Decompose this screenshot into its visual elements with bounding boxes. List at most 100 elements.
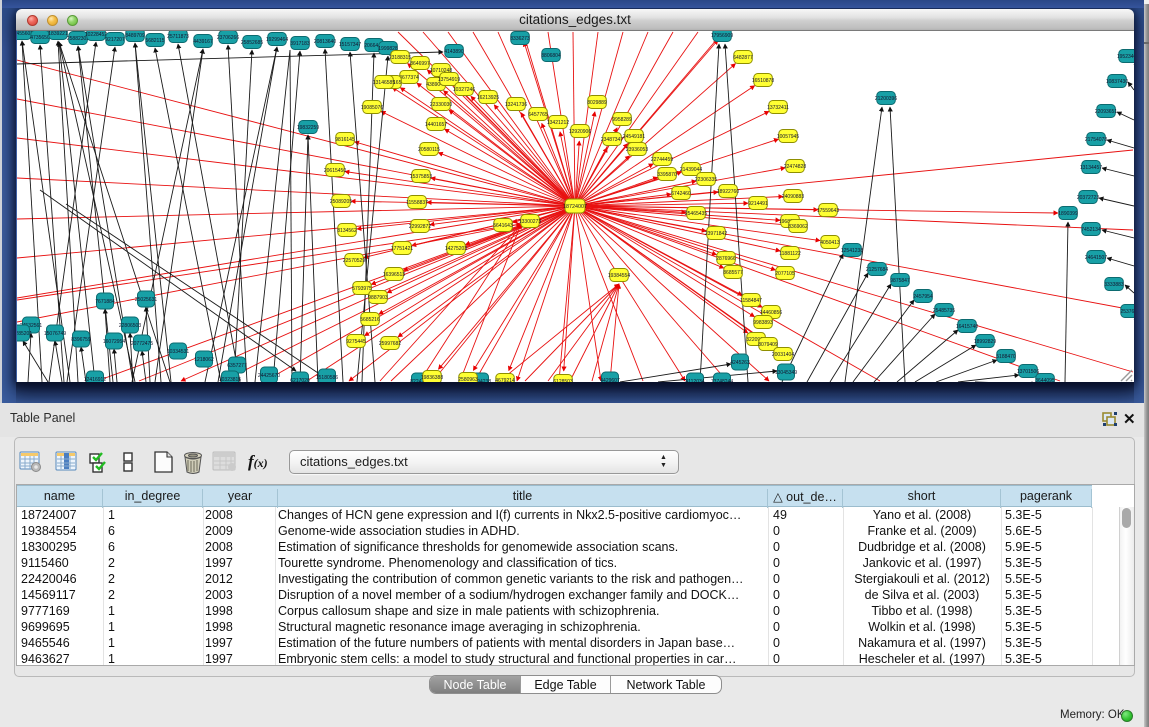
svg-text:20813640: 20813640: [314, 39, 336, 45]
svg-text:23487347: 23487347: [601, 137, 623, 143]
svg-text:2457954: 2457954: [913, 294, 933, 300]
svg-text:5188470: 5188470: [996, 354, 1016, 360]
svg-text:20372723: 20372723: [1077, 195, 1099, 201]
svg-text:6482877: 6482877: [733, 55, 753, 61]
svg-text:15375853: 15375853: [410, 174, 432, 180]
svg-text:17751421: 17751421: [391, 246, 413, 252]
svg-text:22992872: 22992872: [409, 224, 431, 230]
svg-text:13701506: 13701506: [1017, 369, 1039, 375]
svg-text:21257684: 21257684: [866, 267, 888, 273]
svg-text:8029889: 8029889: [587, 100, 607, 106]
svg-text:22806503: 22806503: [119, 323, 141, 329]
svg-text:1839221: 1839221: [48, 31, 68, 37]
svg-text:20580115: 20580115: [418, 147, 440, 153]
svg-text:13754919: 13754919: [438, 77, 460, 83]
svg-text:25089205: 25089205: [330, 199, 352, 205]
svg-text:19285201: 19285201: [17, 331, 32, 337]
svg-text:25997682: 25997682: [379, 341, 401, 347]
svg-text:8079409: 8079409: [758, 342, 778, 348]
svg-text:3395870: 3395870: [657, 172, 677, 178]
svg-text:6457765: 6457765: [528, 112, 548, 118]
svg-text:12541238: 12541238: [841, 248, 863, 254]
svg-text:9875847: 9875847: [890, 278, 910, 284]
svg-text:9816145: 9816145: [335, 137, 355, 143]
svg-text:8336273: 8336273: [510, 36, 530, 42]
svg-text:8134562: 8134562: [337, 228, 357, 234]
svg-text:5641643: 5641643: [493, 223, 513, 229]
svg-text:10228452: 10228452: [85, 32, 107, 38]
svg-text:22306335: 22306335: [695, 177, 717, 183]
svg-text:23936053: 23936053: [626, 147, 648, 153]
svg-text:14401657: 14401657: [425, 122, 447, 128]
svg-text:5793975: 5793975: [352, 286, 372, 292]
svg-text:16213925: 16213925: [477, 95, 499, 101]
svg-text:19299464: 19299464: [266, 37, 288, 43]
svg-text:12920906: 12920906: [569, 129, 591, 135]
svg-text:25465435: 25465435: [685, 211, 707, 217]
svg-text:10334531: 10334531: [167, 349, 189, 355]
svg-text:9887903: 9887903: [368, 295, 388, 301]
svg-text:8806804: 8806804: [541, 53, 561, 59]
svg-text:8489709: 8489709: [125, 33, 145, 39]
svg-text:25025631: 25025631: [135, 297, 157, 303]
svg-text:7671884: 7671884: [95, 299, 115, 305]
svg-text:11558837: 11558837: [406, 200, 428, 206]
svg-text:13732411: 13732411: [767, 105, 789, 111]
svg-text:19836388: 19836388: [421, 375, 443, 381]
svg-text:4245263: 4245263: [730, 360, 750, 366]
svg-text:24641507: 24641507: [1085, 255, 1107, 261]
svg-text:14275203: 14275203: [445, 246, 467, 252]
svg-text:3917183: 3917183: [290, 41, 310, 47]
svg-text:15180586: 15180586: [316, 375, 338, 381]
svg-text:4050413: 4050413: [820, 240, 840, 246]
svg-text:23188315: 23188315: [389, 55, 411, 61]
svg-text:10327246: 10327246: [453, 87, 475, 93]
svg-text:3677374: 3677374: [399, 75, 419, 81]
svg-text:15076749: 15076749: [44, 331, 66, 337]
svg-text:25711873: 25711873: [167, 34, 189, 40]
svg-text:8646997: 8646997: [410, 61, 430, 67]
svg-text:8396759: 8396759: [71, 337, 91, 343]
svg-text:24549181: 24549181: [623, 134, 645, 140]
svg-text:4143890: 4143890: [444, 49, 464, 55]
svg-text:16396513: 16396513: [383, 272, 405, 278]
svg-text:5682115: 5682115: [145, 38, 164, 44]
svg-text:10837430: 10837430: [1106, 79, 1128, 85]
svg-text:19384554: 19384554: [608, 273, 630, 279]
svg-text:11584847: 11584847: [740, 298, 762, 304]
svg-text:22570529: 22570529: [343, 258, 365, 264]
svg-text:10057945: 10057945: [777, 134, 799, 140]
svg-text:22474828: 22474828: [784, 164, 806, 170]
svg-text:9214491: 9214491: [748, 201, 768, 207]
svg-text:20031404: 20031404: [772, 352, 794, 358]
svg-text:22330030: 22330030: [430, 102, 452, 108]
svg-text:13134457: 13134457: [1080, 165, 1102, 171]
svg-text:9275445: 9275445: [346, 339, 366, 345]
svg-text:18922760: 18922760: [717, 189, 739, 195]
svg-text:4439167: 4439167: [193, 39, 213, 45]
svg-text:7452134: 7452134: [1081, 227, 1101, 233]
svg-text:23971842: 23971842: [705, 231, 727, 237]
svg-text:25852685: 25852685: [241, 40, 263, 46]
svg-text:19085076: 19085076: [361, 105, 383, 111]
svg-text:13241736: 13241736: [505, 102, 527, 108]
svg-text:17559643: 17559643: [817, 208, 839, 214]
svg-text:6357277: 6357277: [227, 363, 247, 369]
svg-text:22093651: 22093651: [1095, 109, 1117, 115]
svg-text:21200396: 21200396: [875, 96, 897, 102]
svg-text:19832259: 19832259: [297, 125, 319, 131]
svg-text:19523409: 19523409: [1117, 54, 1134, 60]
svg-text:24425670: 24425670: [258, 373, 280, 379]
svg-text:9958289: 9958289: [612, 117, 632, 123]
svg-text:2876966: 2876966: [716, 256, 736, 262]
svg-text:2077105: 2077105: [775, 271, 795, 277]
svg-text:6742460: 6742460: [671, 191, 691, 197]
svg-text:5685216: 5685216: [360, 317, 380, 323]
svg-text:16510878: 16510878: [752, 78, 774, 84]
svg-text:24090883: 24090883: [782, 194, 804, 200]
svg-text:21439044: 21439044: [680, 167, 702, 173]
svg-text:13421212: 13421212: [547, 120, 569, 126]
svg-text:4735650: 4735650: [30, 35, 50, 41]
svg-text:23706266: 23706266: [217, 35, 239, 41]
svg-text:8685577: 8685577: [723, 270, 743, 276]
